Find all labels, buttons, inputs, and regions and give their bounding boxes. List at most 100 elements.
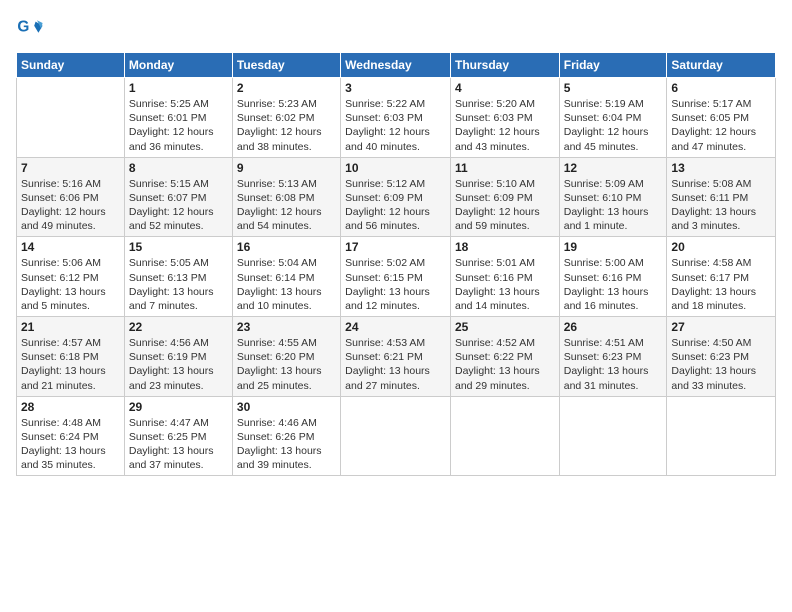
day-number: 5 (564, 81, 663, 95)
day-info: Sunrise: 4:46 AMSunset: 6:26 PMDaylight:… (237, 416, 336, 473)
calendar-cell: 10 Sunrise: 5:12 AMSunset: 6:09 PMDayligh… (341, 157, 451, 237)
day-number: 30 (237, 400, 336, 414)
day-info: Sunrise: 5:09 AMSunset: 6:10 PMDaylight:… (564, 177, 663, 234)
day-number: 21 (21, 320, 120, 334)
day-info: Sunrise: 4:55 AMSunset: 6:20 PMDaylight:… (237, 336, 336, 393)
calendar-week-row: 21 Sunrise: 4:57 AMSunset: 6:18 PMDayligh… (17, 317, 776, 397)
calendar-week-row: 14Sunrise: 5:06 AMSunset: 6:12 PMDayligh… (17, 237, 776, 317)
day-number: 8 (129, 161, 228, 175)
calendar-cell: 19 Sunrise: 5:00 AMSunset: 6:16 PMDayligh… (559, 237, 667, 317)
day-info: Sunrise: 5:05 AMSunset: 6:13 PMDaylight:… (129, 256, 228, 313)
calendar-cell: 3 Sunrise: 5:22 AMSunset: 6:03 PMDaylight… (341, 78, 451, 158)
calendar-cell: 5 Sunrise: 5:19 AMSunset: 6:04 PMDaylight… (559, 78, 667, 158)
day-info: Sunrise: 4:47 AMSunset: 6:25 PMDaylight:… (129, 416, 228, 473)
calendar-cell: 2 Sunrise: 5:23 AMSunset: 6:02 PMDaylight… (232, 78, 340, 158)
day-info: Sunrise: 4:48 AMSunset: 6:24 PMDaylight:… (21, 416, 120, 473)
calendar-cell: 30 Sunrise: 4:46 AMSunset: 6:26 PMDayligh… (232, 396, 340, 476)
calendar-cell: 24 Sunrise: 4:53 AMSunset: 6:21 PMDayligh… (341, 317, 451, 397)
calendar-cell: 18Sunrise: 5:01 AMSunset: 6:16 PMDayligh… (450, 237, 559, 317)
calendar-cell: 7Sunrise: 5:16 AMSunset: 6:06 PMDaylight… (17, 157, 125, 237)
calendar-cell: 14Sunrise: 5:06 AMSunset: 6:12 PMDayligh… (17, 237, 125, 317)
header: G (16, 16, 776, 44)
day-number: 11 (455, 161, 555, 175)
day-number: 27 (671, 320, 771, 334)
day-info: Sunrise: 5:19 AMSunset: 6:04 PMDaylight:… (564, 97, 663, 154)
logo-icon: G (16, 16, 44, 44)
calendar-cell (667, 396, 776, 476)
day-header-friday: Friday (559, 53, 667, 78)
day-number: 9 (237, 161, 336, 175)
day-info: Sunrise: 4:51 AMSunset: 6:23 PMDaylight:… (564, 336, 663, 393)
day-number: 20 (671, 240, 771, 254)
calendar-cell (341, 396, 451, 476)
calendar-cell: 8 Sunrise: 5:15 AMSunset: 6:07 PMDaylight… (124, 157, 232, 237)
day-number: 13 (671, 161, 771, 175)
calendar-week-row: 7Sunrise: 5:16 AMSunset: 6:06 PMDaylight… (17, 157, 776, 237)
calendar-cell: 13 Sunrise: 5:08 AMSunset: 6:11 PMDayligh… (667, 157, 776, 237)
day-number: 22 (129, 320, 228, 334)
day-number: 17 (345, 240, 446, 254)
calendar-week-row: 1Sunrise: 5:25 AMSunset: 6:01 PMDaylight… (17, 78, 776, 158)
calendar-cell: 17 Sunrise: 5:02 AMSunset: 6:15 PMDayligh… (341, 237, 451, 317)
day-number: 16 (237, 240, 336, 254)
day-header-sunday: Sunday (17, 53, 125, 78)
day-number: 29 (129, 400, 228, 414)
day-info: Sunrise: 5:12 AMSunset: 6:09 PMDaylight:… (345, 177, 446, 234)
day-number: 23 (237, 320, 336, 334)
calendar-cell: 20Sunrise: 4:58 AMSunset: 6:17 PMDayligh… (667, 237, 776, 317)
day-header-wednesday: Wednesday (341, 53, 451, 78)
day-info: Sunrise: 5:13 AMSunset: 6:08 PMDaylight:… (237, 177, 336, 234)
day-header-monday: Monday (124, 53, 232, 78)
logo: G (16, 16, 46, 44)
calendar-cell: 27 Sunrise: 4:50 AMSunset: 6:23 PMDayligh… (667, 317, 776, 397)
day-info: Sunrise: 5:06 AMSunset: 6:12 PMDaylight:… (21, 256, 120, 313)
calendar-cell (17, 78, 125, 158)
day-info: Sunrise: 5:17 AMSunset: 6:05 PMDaylight:… (671, 97, 771, 154)
calendar-week-row: 28 Sunrise: 4:48 AMSunset: 6:24 PMDayligh… (17, 396, 776, 476)
calendar-cell: 6Sunrise: 5:17 AMSunset: 6:05 PMDaylight… (667, 78, 776, 158)
day-info: Sunrise: 4:50 AMSunset: 6:23 PMDaylight:… (671, 336, 771, 393)
calendar-cell: 4Sunrise: 5:20 AMSunset: 6:03 PMDaylight… (450, 78, 559, 158)
day-header-thursday: Thursday (450, 53, 559, 78)
svg-text:G: G (17, 18, 29, 35)
calendar-cell: 25 Sunrise: 4:52 AMSunset: 6:22 PMDayligh… (450, 317, 559, 397)
day-number: 24 (345, 320, 446, 334)
day-info: Sunrise: 4:52 AMSunset: 6:22 PMDaylight:… (455, 336, 555, 393)
day-number: 19 (564, 240, 663, 254)
day-info: Sunrise: 4:57 AMSunset: 6:18 PMDaylight:… (21, 336, 120, 393)
calendar-cell: 15Sunrise: 5:05 AMSunset: 6:13 PMDayligh… (124, 237, 232, 317)
day-info: Sunrise: 5:01 AMSunset: 6:16 PMDaylight:… (455, 256, 555, 313)
day-info: Sunrise: 5:00 AMSunset: 6:16 PMDaylight:… (564, 256, 663, 313)
calendar-cell: 12 Sunrise: 5:09 AMSunset: 6:10 PMDayligh… (559, 157, 667, 237)
day-info: Sunrise: 5:22 AMSunset: 6:03 PMDaylight:… (345, 97, 446, 154)
day-info: Sunrise: 5:23 AMSunset: 6:02 PMDaylight:… (237, 97, 336, 154)
calendar-cell (450, 396, 559, 476)
day-info: Sunrise: 5:10 AMSunset: 6:09 PMDaylight:… (455, 177, 555, 234)
day-number: 3 (345, 81, 446, 95)
day-number: 7 (21, 161, 120, 175)
calendar-cell: 21 Sunrise: 4:57 AMSunset: 6:18 PMDayligh… (17, 317, 125, 397)
day-header-tuesday: Tuesday (232, 53, 340, 78)
calendar-cell: 16 Sunrise: 5:04 AMSunset: 6:14 PMDayligh… (232, 237, 340, 317)
day-info: Sunrise: 5:04 AMSunset: 6:14 PMDaylight:… (237, 256, 336, 313)
day-header-saturday: Saturday (667, 53, 776, 78)
day-number: 26 (564, 320, 663, 334)
calendar-cell (559, 396, 667, 476)
page-container: G SundayMondayTuesdayWednesdayThursdayFr… (0, 0, 792, 486)
calendar-cell: 29 Sunrise: 4:47 AMSunset: 6:25 PMDayligh… (124, 396, 232, 476)
day-info: Sunrise: 5:15 AMSunset: 6:07 PMDaylight:… (129, 177, 228, 234)
calendar-table: SundayMondayTuesdayWednesdayThursdayFrid… (16, 52, 776, 476)
calendar-cell: 11 Sunrise: 5:10 AMSunset: 6:09 PMDayligh… (450, 157, 559, 237)
day-info: Sunrise: 5:02 AMSunset: 6:15 PMDaylight:… (345, 256, 446, 313)
day-info: Sunrise: 4:56 AMSunset: 6:19 PMDaylight:… (129, 336, 228, 393)
calendar-cell: 28 Sunrise: 4:48 AMSunset: 6:24 PMDayligh… (17, 396, 125, 476)
day-info: Sunrise: 5:08 AMSunset: 6:11 PMDaylight:… (671, 177, 771, 234)
day-number: 2 (237, 81, 336, 95)
day-number: 28 (21, 400, 120, 414)
day-number: 10 (345, 161, 446, 175)
day-number: 12 (564, 161, 663, 175)
calendar-cell: 1Sunrise: 5:25 AMSunset: 6:01 PMDaylight… (124, 78, 232, 158)
day-number: 25 (455, 320, 555, 334)
day-info: Sunrise: 4:53 AMSunset: 6:21 PMDaylight:… (345, 336, 446, 393)
calendar-cell: 9 Sunrise: 5:13 AMSunset: 6:08 PMDaylight… (232, 157, 340, 237)
